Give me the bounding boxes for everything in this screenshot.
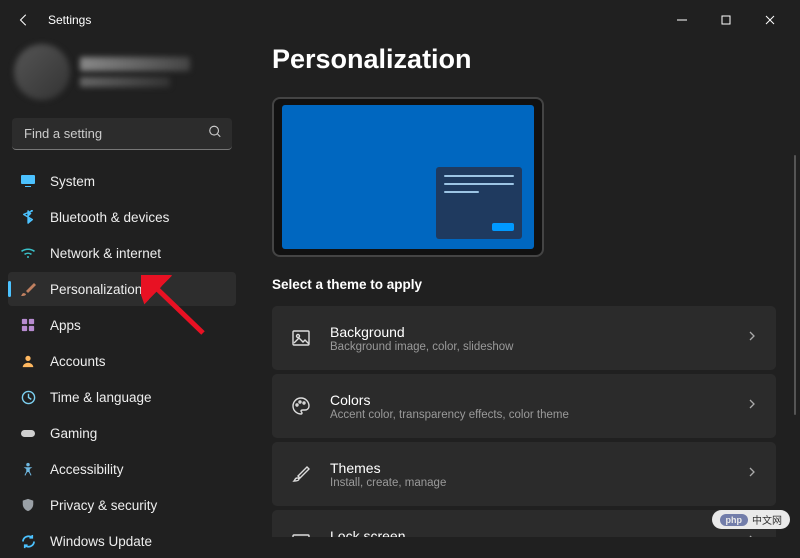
minimize-icon — [677, 15, 687, 25]
gamepad-icon — [20, 425, 36, 441]
accessibility-icon — [20, 461, 36, 477]
nav: System Bluetooth & devices Network & int… — [8, 164, 236, 558]
sidebar-item-bluetooth[interactable]: Bluetooth & devices — [8, 200, 236, 234]
sidebar-item-label: Privacy & security — [50, 498, 157, 513]
card-lock-screen[interactable]: Lock screen Lock screen images, apps, an… — [272, 510, 776, 537]
search-input[interactable] — [12, 118, 232, 150]
sidebar: System Bluetooth & devices Network & int… — [0, 40, 244, 537]
bluetooth-icon — [20, 209, 36, 225]
sidebar-item-label: Windows Update — [50, 534, 152, 549]
update-icon — [20, 533, 36, 549]
minimize-button[interactable] — [660, 4, 704, 36]
system-icon — [20, 173, 36, 189]
sidebar-item-label: Accessibility — [50, 462, 124, 477]
back-button[interactable] — [8, 4, 40, 36]
wifi-icon — [20, 245, 36, 261]
sidebar-item-label: Network & internet — [50, 246, 161, 261]
card-title: Themes — [330, 460, 728, 476]
chevron-right-icon — [746, 465, 758, 483]
card-subtitle: Install, create, manage — [330, 477, 728, 489]
chevron-right-icon — [746, 329, 758, 347]
apps-icon — [20, 317, 36, 333]
section-label: Select a theme to apply — [272, 277, 800, 292]
sidebar-item-network[interactable]: Network & internet — [8, 236, 236, 270]
user-text — [80, 57, 190, 87]
scrollbar[interactable] — [794, 155, 796, 415]
search-wrap — [12, 118, 232, 150]
sidebar-item-label: Personalization — [50, 282, 142, 297]
titlebar: Settings — [0, 0, 800, 40]
image-icon — [290, 327, 312, 349]
sidebar-item-label: Bluetooth & devices — [50, 210, 169, 225]
brush-icon — [20, 281, 36, 297]
watermark: php 中文网 — [712, 510, 791, 529]
palette-icon — [290, 395, 312, 417]
clock-icon — [20, 389, 36, 405]
desktop-preview — [282, 105, 534, 249]
chevron-right-icon — [746, 533, 758, 537]
lock-icon — [290, 531, 312, 537]
sidebar-item-label: Accounts — [50, 354, 106, 369]
avatar — [14, 44, 70, 100]
watermark-php: php — [720, 514, 749, 526]
shield-icon — [20, 497, 36, 513]
sidebar-item-accessibility[interactable]: Accessibility — [8, 452, 236, 486]
sidebar-item-system[interactable]: System — [8, 164, 236, 198]
theme-preview[interactable] — [272, 97, 544, 257]
settings-cards: Background Background image, color, slid… — [272, 306, 800, 537]
arrow-left-icon — [17, 13, 31, 27]
sidebar-item-label: Apps — [50, 318, 81, 333]
card-subtitle: Background image, color, slideshow — [330, 341, 728, 353]
sidebar-item-label: System — [50, 174, 95, 189]
maximize-button[interactable] — [704, 4, 748, 36]
chevron-right-icon — [746, 397, 758, 415]
close-button[interactable] — [748, 4, 792, 36]
window-preview — [436, 167, 522, 239]
watermark-text: 中文网 — [752, 512, 782, 527]
close-icon — [765, 15, 775, 25]
brush2-icon — [290, 463, 312, 485]
card-colors[interactable]: Colors Accent color, transparency effect… — [272, 374, 776, 438]
sidebar-item-label: Gaming — [50, 426, 97, 441]
card-subtitle: Accent color, transparency effects, colo… — [330, 409, 728, 421]
card-title: Colors — [330, 392, 728, 408]
page-title: Personalization — [272, 44, 800, 75]
watermark-badge: php 中文网 — [712, 510, 791, 529]
search-icon — [208, 125, 222, 144]
maximize-icon — [721, 15, 731, 25]
sidebar-item-gaming[interactable]: Gaming — [8, 416, 236, 450]
card-title: Lock screen — [330, 528, 728, 538]
card-background[interactable]: Background Background image, color, slid… — [272, 306, 776, 370]
sidebar-item-windows-update[interactable]: Windows Update — [8, 524, 236, 558]
sidebar-item-personalization[interactable]: Personalization — [8, 272, 236, 306]
user-block[interactable] — [8, 40, 236, 114]
sidebar-item-time-language[interactable]: Time & language — [8, 380, 236, 414]
window-controls — [660, 4, 792, 36]
sidebar-item-accounts[interactable]: Accounts — [8, 344, 236, 378]
main-content: Personalization Select a theme to apply … — [244, 40, 800, 537]
sidebar-item-apps[interactable]: Apps — [8, 308, 236, 342]
card-themes[interactable]: Themes Install, create, manage — [272, 442, 776, 506]
person-icon — [20, 353, 36, 369]
sidebar-item-label: Time & language — [50, 390, 152, 405]
sidebar-item-privacy[interactable]: Privacy & security — [8, 488, 236, 522]
card-title: Background — [330, 324, 728, 340]
window-title: Settings — [48, 13, 91, 27]
